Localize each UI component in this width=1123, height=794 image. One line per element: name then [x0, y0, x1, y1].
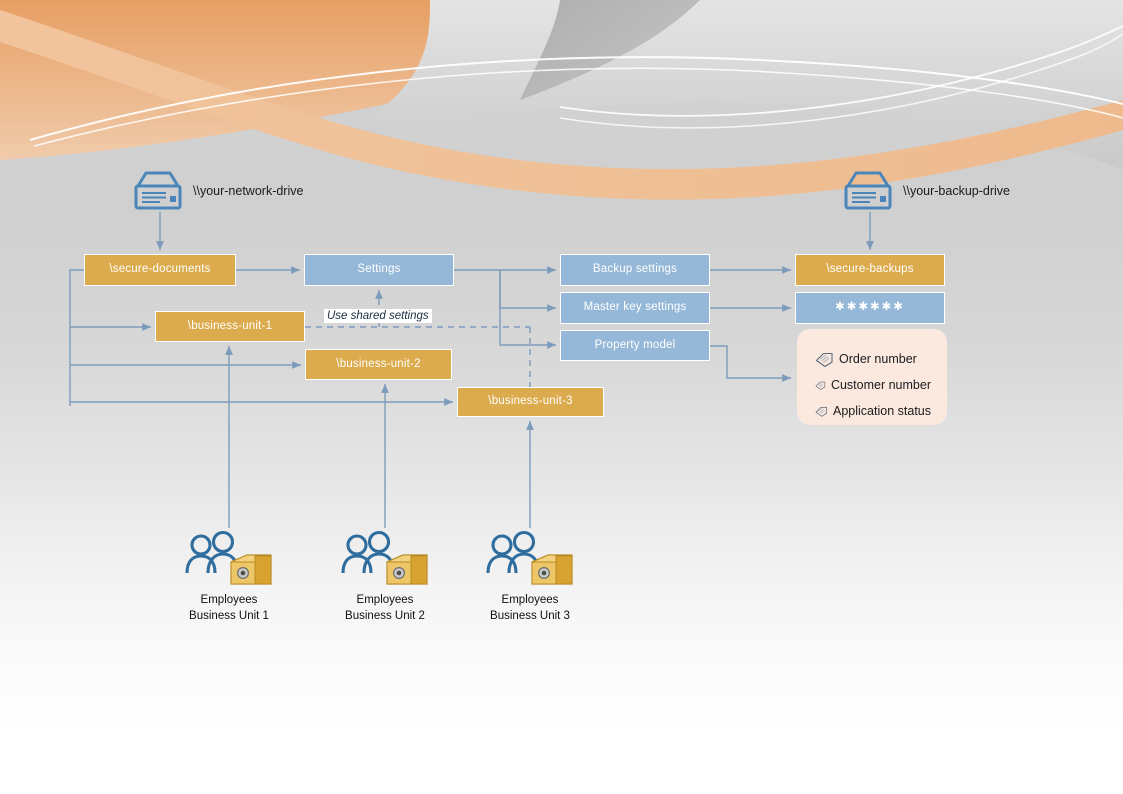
property-item-label: Customer number	[830, 378, 931, 392]
drive-network-drive[interactable]: \\your-network-drive	[130, 168, 303, 214]
property-item-application-status[interactable]: Application status	[815, 398, 931, 424]
people-with-safe-icon	[341, 530, 428, 585]
employees-business-unit-2[interactable]: Employees Business Unit 2	[320, 528, 450, 624]
node-label: \secure-backups	[826, 263, 914, 276]
node-business-unit-1[interactable]: \business-unit-1	[155, 311, 305, 342]
node-backup-settings[interactable]: Backup settings	[560, 254, 710, 286]
node-label: Master key settings	[583, 301, 687, 314]
node-label: Property model	[594, 338, 676, 351]
node-master-key-value[interactable]: ✱✱✱✱✱✱	[795, 292, 945, 324]
node-master-key-settings[interactable]: Master key settings	[560, 292, 710, 324]
property-model-panel: Order number Customer number Application…	[797, 329, 947, 425]
property-item-label: Order number	[839, 352, 917, 366]
use-shared-settings-label: Use shared settings	[324, 309, 432, 323]
tag-icon	[815, 381, 826, 390]
node-settings[interactable]: Settings	[304, 254, 454, 286]
node-property-model[interactable]: Property model	[560, 330, 710, 361]
people-with-safe-icon	[486, 530, 573, 585]
property-item-order-number[interactable]: Order number	[815, 346, 931, 372]
server-drive-icon	[134, 171, 182, 210]
server-drive-icon	[844, 171, 892, 210]
node-business-unit-3[interactable]: \business-unit-3	[457, 387, 604, 417]
diagram-canvas: \\your-network-drive \\your-backup-drive…	[0, 0, 1123, 794]
property-item-customer-number[interactable]: Customer number	[815, 372, 931, 398]
node-label: \secure-documents	[109, 263, 211, 276]
tag-icon	[815, 352, 833, 367]
node-business-unit-2[interactable]: \business-unit-2	[305, 349, 452, 380]
property-item-label: Application status	[833, 404, 931, 418]
safe-icon	[386, 554, 428, 585]
drive-label: \\your-network-drive	[193, 184, 304, 198]
tag-icon	[815, 406, 828, 417]
node-label: \business-unit-1	[187, 319, 273, 332]
people-with-safe-icon	[185, 530, 272, 585]
node-label: Backup settings	[592, 263, 678, 276]
drive-backup-drive[interactable]: \\your-backup-drive	[840, 168, 1010, 214]
employees-caption: Employees Business Unit 2	[345, 594, 425, 622]
employees-business-unit-3[interactable]: Employees Business Unit 3	[465, 528, 595, 624]
employees-safe-art	[484, 528, 576, 590]
node-label: Settings	[357, 263, 401, 276]
node-secure-documents[interactable]: \secure-documents	[84, 254, 236, 286]
masked-value: ✱✱✱✱✱✱	[835, 301, 905, 314]
node-label: \business-unit-2	[336, 357, 421, 370]
node-secure-backups[interactable]: \secure-backups	[795, 254, 945, 286]
employees-caption: Employees Business Unit 3	[490, 594, 570, 622]
safe-icon	[531, 554, 573, 585]
employees-safe-art	[183, 528, 275, 590]
employees-safe-art	[339, 528, 431, 590]
drive-label: \\your-backup-drive	[903, 184, 1010, 198]
employees-caption: Employees Business Unit 1	[189, 594, 269, 622]
employees-business-unit-1[interactable]: Employees Business Unit 1	[164, 528, 294, 624]
safe-icon	[230, 554, 272, 585]
node-label: \business-unit-3	[488, 395, 573, 408]
